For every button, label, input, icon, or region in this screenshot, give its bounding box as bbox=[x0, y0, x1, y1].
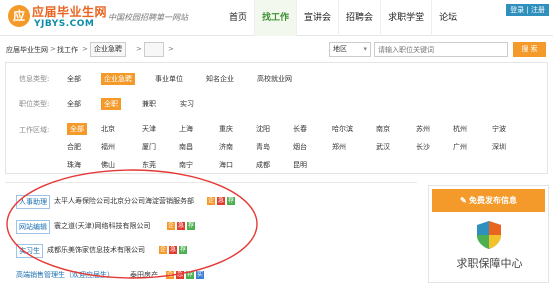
filter-region-option[interactable]: 长沙 bbox=[416, 142, 430, 152]
search-button[interactable]: 搜 索 bbox=[513, 42, 546, 57]
filter-panel: 信息类型: 全部 企业急聘 事业单位 知名企业 高校就业网 职位类型: 全部 全… bbox=[5, 62, 548, 174]
filter-region-option[interactable]: 烟台 bbox=[293, 142, 307, 152]
filter-job-fulltime[interactable]: 全职 bbox=[101, 98, 121, 110]
site-logo[interactable]: 应 应届毕业生网 YJBYS.COM bbox=[8, 3, 107, 31]
filter-region-option[interactable]: 北京 bbox=[101, 124, 115, 134]
publish-free-button[interactable]: ✎ 免费发布信息 bbox=[432, 189, 545, 212]
filter-region-option[interactable]: 厦门 bbox=[142, 142, 156, 152]
filter-info-type-label: 信息类型: bbox=[19, 75, 50, 83]
main-nav: 首页 找工作 宣讲会 招聘会 求职学堂 论坛 bbox=[222, 0, 464, 36]
filter-info-famous[interactable]: 知名企业 bbox=[206, 74, 234, 84]
breadcrumb-sep: > bbox=[168, 45, 174, 53]
breadcrumb: 应届毕业生网 > 找工作 > 企业急聘 > > 地区 ▾ 搜 索 bbox=[0, 41, 553, 59]
filter-region-option[interactable]: 济南 bbox=[219, 142, 233, 152]
filter-region-option[interactable]: 全部 bbox=[67, 123, 87, 135]
filter-region-option[interactable]: 郑州 bbox=[332, 142, 346, 152]
filter-region-option[interactable]: 合肥 bbox=[67, 142, 81, 152]
filter-region-option[interactable]: 沈阳 bbox=[256, 124, 270, 134]
job-guarantee-title: 求职保障中心 bbox=[456, 257, 523, 270]
filter-info-public[interactable]: 事业单位 bbox=[155, 74, 183, 84]
breadcrumb-home[interactable]: 应届毕业生网 bbox=[6, 45, 48, 55]
filter-region-option[interactable]: 南昌 bbox=[179, 142, 193, 152]
breadcrumb-empty-box[interactable] bbox=[144, 42, 164, 57]
edit-icon: ✎ bbox=[460, 196, 469, 205]
nav-career-school[interactable]: 求职学堂 bbox=[381, 0, 433, 36]
filter-info-campus[interactable]: 高校就业网 bbox=[257, 74, 292, 84]
site-slogan: 中国校园招聘第一网站 bbox=[108, 13, 188, 22]
filter-region-option[interactable]: 杭州 bbox=[453, 124, 467, 134]
logo-mark-icon: 应 bbox=[8, 5, 30, 27]
breadcrumb-sep: > bbox=[136, 45, 142, 53]
shield-icon bbox=[477, 221, 501, 249]
filter-region-option[interactable]: 哈尔滨 bbox=[332, 124, 353, 134]
login-link[interactable]: 登录 bbox=[510, 6, 524, 14]
breadcrumb-current[interactable]: 企业急聘 bbox=[90, 42, 126, 57]
filter-region-option[interactable]: 广州 bbox=[453, 142, 467, 152]
publish-free-label: 免费发布信息 bbox=[468, 196, 517, 205]
breadcrumb-sep: > bbox=[82, 45, 88, 53]
filter-region-option[interactable]: 南京 bbox=[376, 124, 390, 134]
logo-en-text: YJBYS.COM bbox=[34, 19, 95, 29]
sidebar: ✎ 免费发布信息 求职保障中心 bbox=[428, 185, 549, 283]
filter-job-intern[interactable]: 实习 bbox=[180, 99, 194, 109]
breadcrumb-find-job[interactable]: 找工作 bbox=[57, 45, 78, 55]
filter-region-option[interactable]: 苏州 bbox=[416, 124, 430, 134]
filter-region-label: 工作区域: bbox=[19, 126, 50, 134]
login-register-box: 登录 | 注册 bbox=[506, 4, 549, 16]
filter-region-option[interactable]: 宁波 bbox=[492, 124, 506, 134]
filter-job-type-label: 职位类型: bbox=[19, 100, 50, 108]
search-input[interactable] bbox=[374, 42, 508, 57]
register-link[interactable]: 注册 bbox=[531, 6, 545, 14]
filter-region-option[interactable]: 深圳 bbox=[492, 142, 506, 152]
filter-region-option[interactable]: 青岛 bbox=[256, 142, 270, 152]
area-select[interactable]: 地区 ▾ bbox=[329, 42, 371, 57]
filter-info-urgent[interactable]: 企业急聘 bbox=[101, 73, 135, 85]
filter-region-option[interactable]: 天津 bbox=[142, 124, 156, 134]
filter-region-option[interactable]: 福州 bbox=[101, 142, 115, 152]
filter-info-all[interactable]: 全部 bbox=[67, 74, 81, 84]
nav-home[interactable]: 首页 bbox=[222, 0, 256, 36]
filter-region-option[interactable]: 昆明 bbox=[293, 160, 307, 170]
nav-talks[interactable]: 宣讲会 bbox=[297, 0, 340, 36]
annotation-oval bbox=[6, 169, 258, 279]
filter-job-all[interactable]: 全部 bbox=[67, 99, 81, 109]
area-select-label: 地区 bbox=[333, 45, 347, 53]
chevron-down-icon: ▾ bbox=[363, 45, 367, 53]
login-divider: | bbox=[526, 6, 529, 14]
nav-forum[interactable]: 论坛 bbox=[432, 0, 464, 36]
filter-region-option[interactable]: 长春 bbox=[293, 124, 307, 134]
filter-job-parttime[interactable]: 兼职 bbox=[142, 99, 156, 109]
nav-job-fairs[interactable]: 招聘会 bbox=[339, 0, 382, 36]
breadcrumb-sep: > bbox=[50, 45, 56, 53]
top-header: 应 应届毕业生网 YJBYS.COM 中国校园招聘第一网站 首页 找工作 宣讲会… bbox=[0, 0, 553, 36]
filter-region-option[interactable]: 重庆 bbox=[219, 124, 233, 134]
filter-region-option[interactable]: 上海 bbox=[179, 124, 193, 134]
logo-cn-text: 应届毕业生网 bbox=[32, 5, 108, 19]
nav-find-job[interactable]: 找工作 bbox=[255, 0, 298, 36]
filter-region-option[interactable]: 武汉 bbox=[376, 142, 390, 152]
